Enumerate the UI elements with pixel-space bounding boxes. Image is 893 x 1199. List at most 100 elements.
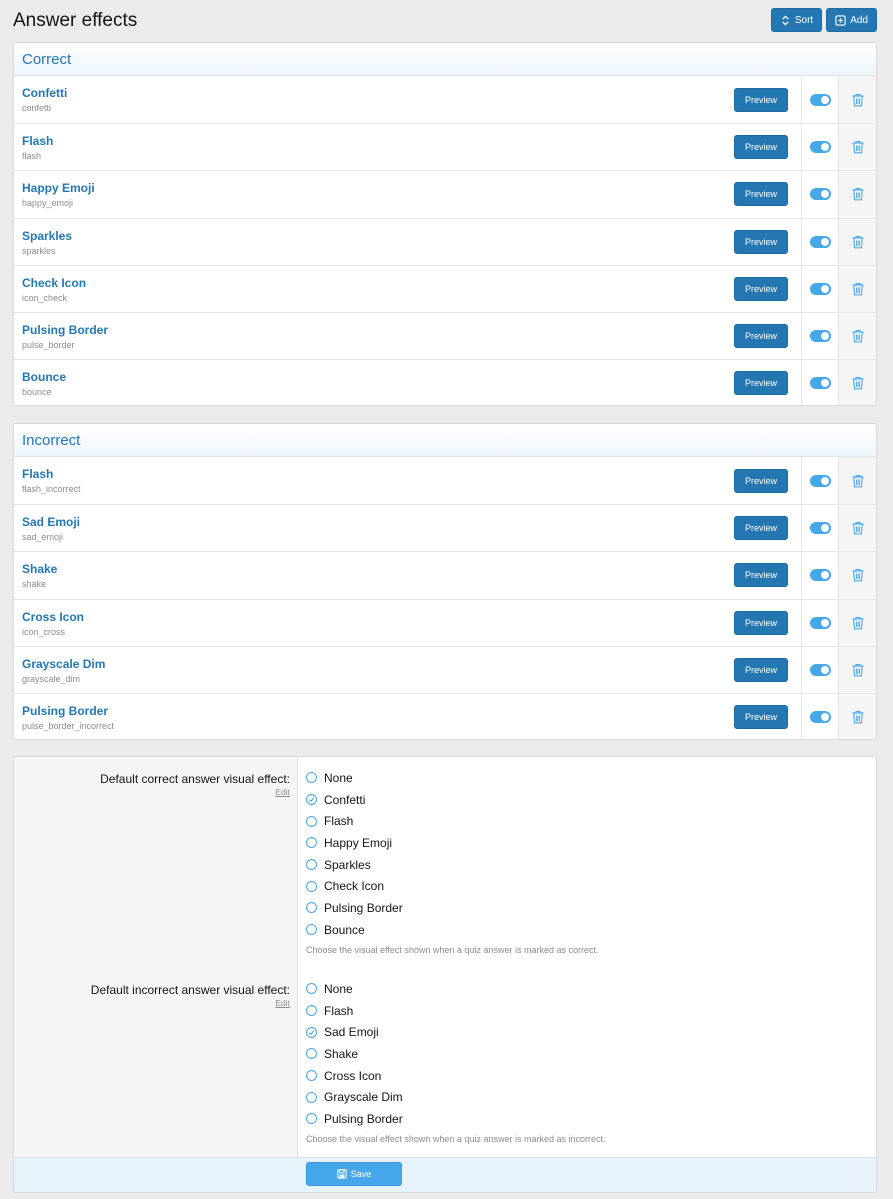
radio-option[interactable]: Sparkles [306,854,598,876]
trash-icon[interactable] [851,187,865,201]
preview-button[interactable]: Preview [734,229,788,254]
sort-button[interactable]: Sort [770,8,823,32]
enabled-toggle[interactable] [809,330,831,343]
enabled-toggle[interactable] [809,522,831,535]
radio-button[interactable] [306,1113,317,1125]
trash-icon[interactable] [851,93,865,107]
effect-title-link[interactable]: Sad Emoji [22,515,721,530]
radio-option[interactable]: Sad Emoji [306,1021,605,1043]
preview-button[interactable]: Preview [734,610,788,635]
preview-button[interactable]: Preview [734,563,788,588]
radio-option[interactable]: Cross Icon [306,1065,605,1087]
trash-icon[interactable] [851,140,865,154]
enabled-toggle[interactable] [809,93,831,106]
preview-button[interactable]: Preview [734,657,788,682]
effect-title-link[interactable]: Grayscale Dim [22,657,721,672]
effect-id: flash_incorrect [22,484,81,494]
enabled-toggle[interactable] [809,569,831,582]
trash-icon[interactable] [851,474,865,488]
enabled-toggle[interactable] [809,474,831,487]
enabled-toggle[interactable] [809,616,831,629]
preview-button[interactable]: Preview [734,705,788,730]
radio-button[interactable] [306,772,317,784]
radio-label: Shake [324,1046,359,1061]
enabled-toggle[interactable] [809,663,831,676]
trash-icon[interactable] [851,521,865,535]
effect-title-link[interactable]: Happy Emoji [22,181,721,196]
correct-effects-block: Correct Confetti confetti Preview Flash flas… [13,42,877,406]
radio-button[interactable] [306,1026,317,1038]
effect-title-link[interactable]: Flash [22,467,721,482]
effect-id: confetti [22,103,52,113]
save-button[interactable]: Save [306,1162,402,1186]
radio-button[interactable] [306,880,317,892]
preview-button[interactable]: Preview [734,516,788,541]
radio-option[interactable]: Happy Emoji [306,832,598,854]
correct-edit-link[interactable]: Edit [14,787,290,798]
preview-button[interactable]: Preview [734,276,788,301]
preview-button[interactable]: Preview [734,135,788,160]
enabled-toggle[interactable] [809,141,831,154]
effect-title-link[interactable]: Confetti [22,86,721,101]
preview-button[interactable]: Preview [734,371,788,396]
preview-button[interactable]: Preview [734,87,788,112]
enabled-toggle[interactable] [809,188,831,201]
incorrect-option-label: Default incorrect answer visual effect: … [14,982,290,1009]
radio-option[interactable]: Confetti [306,789,598,811]
effect-title-link[interactable]: Cross Icon [22,610,721,625]
effect-title-link[interactable]: Bounce [22,370,721,385]
preview-button[interactable]: Preview [734,182,788,207]
effect-title-link[interactable]: Flash [22,134,721,149]
radio-option[interactable]: Shake [306,1043,605,1065]
enabled-toggle[interactable] [809,711,831,724]
trash-icon[interactable] [851,616,865,630]
delete-cell [838,552,876,599]
radio-button[interactable] [306,815,317,827]
radio-option[interactable]: Check Icon [306,875,598,897]
trash-icon[interactable] [851,376,865,390]
radio-option[interactable]: Grayscale Dim [306,1086,605,1108]
enabled-toggle[interactable] [809,377,831,390]
radio-button[interactable] [306,1048,317,1060]
trash-icon[interactable] [851,710,865,724]
trash-icon[interactable] [851,235,865,249]
add-button[interactable]: Add [826,8,877,32]
radio-option[interactable]: Pulsing Border [306,1108,605,1130]
radio-button[interactable] [306,924,317,936]
delete-cell [838,218,876,265]
radio-button[interactable] [306,902,317,914]
enabled-toggle[interactable] [809,282,831,295]
section-header: Correct [14,43,876,76]
trash-icon[interactable] [851,663,865,677]
toggle-cell [801,171,838,218]
radio-button[interactable] [306,1070,317,1082]
radio-button[interactable] [306,794,317,806]
radio-button[interactable] [306,1091,317,1103]
radio-option[interactable]: Flash [306,1000,605,1022]
radio-option[interactable]: Flash [306,810,598,832]
effect-title-link[interactable]: Pulsing Border [22,323,721,338]
radio-button[interactable] [306,859,317,871]
trash-icon[interactable] [851,329,865,343]
radio-option[interactable]: None [306,767,598,789]
enabled-toggle[interactable] [809,235,831,248]
preview-button[interactable]: Preview [734,468,788,493]
radio-option[interactable]: None [306,978,605,1000]
correct-radio-list: None Confetti Flash Happy Emoji Sparkles Chec… [306,767,598,955]
radio-option[interactable]: Pulsing Border [306,897,598,919]
trash-icon[interactable] [851,568,865,582]
preview-button[interactable]: Preview [734,324,788,349]
effect-title-link[interactable]: Sparkles [22,229,721,244]
header-actions: Sort Add [770,8,877,32]
radio-option[interactable]: Bounce [306,919,598,941]
incorrect-edit-link[interactable]: Edit [14,998,290,1009]
radio-button[interactable] [306,837,317,849]
effect-title-link[interactable]: Pulsing Border [22,704,721,719]
effect-title-link[interactable]: Shake [22,562,721,577]
effect-title-link[interactable]: Check Icon [22,276,721,291]
add-icon [835,14,846,26]
radio-button[interactable] [306,983,317,995]
radio-button[interactable] [306,1005,317,1017]
effect-row: Flash flash Preview [14,123,876,171]
trash-icon[interactable] [851,282,865,296]
